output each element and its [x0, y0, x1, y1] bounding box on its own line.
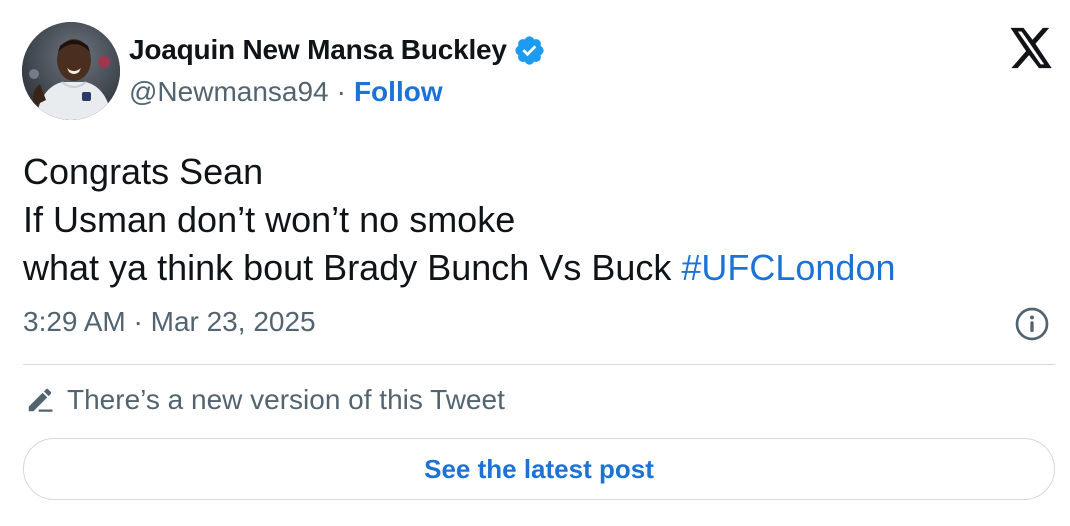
avatar-image	[22, 22, 120, 120]
divider	[23, 364, 1055, 365]
name-row: Joaquin New Mansa Buckley	[129, 30, 546, 70]
verified-badge-icon	[513, 34, 546, 67]
x-logo-icon[interactable]	[1008, 26, 1054, 70]
handle-row: @Newmansa94 · Follow	[129, 76, 546, 108]
edited-notice-text: There’s a new version of this Tweet	[67, 384, 505, 415]
embedded-tweet-card: Joaquin New Mansa Buckley @Newmansa94 · …	[0, 0, 1070, 526]
pencil-icon	[25, 385, 55, 415]
tweet-line: what ya think bout Brady Bunch Vs Buck #…	[23, 244, 896, 292]
see-latest-post-button[interactable]: See the latest post	[23, 438, 1055, 500]
edited-notice: There’s a new version of this Tweet	[25, 384, 505, 416]
tweet-line: Congrats Sean	[23, 151, 264, 192]
tweet-line-text: what ya think bout Brady Bunch Vs Buck	[23, 247, 682, 288]
avatar[interactable]	[22, 22, 120, 120]
timestamp[interactable]: 3:29 AM · Mar 23, 2025	[23, 306, 316, 338]
display-name[interactable]: Joaquin New Mansa Buckley	[129, 34, 507, 66]
separator-dot: ·	[336, 76, 346, 107]
hashtag-link[interactable]: #UFCLondon	[681, 247, 895, 288]
tweet-line: If Usman don’t won’t no smoke	[23, 199, 516, 240]
handle[interactable]: @Newmansa94	[129, 76, 329, 108]
info-icon[interactable]	[1014, 306, 1050, 342]
tweet-text: Congrats Sean If Usman don’t won’t no smo…	[23, 148, 896, 292]
follow-button[interactable]: Follow	[354, 76, 443, 108]
author-block: Joaquin New Mansa Buckley @Newmansa94 · …	[129, 30, 546, 108]
